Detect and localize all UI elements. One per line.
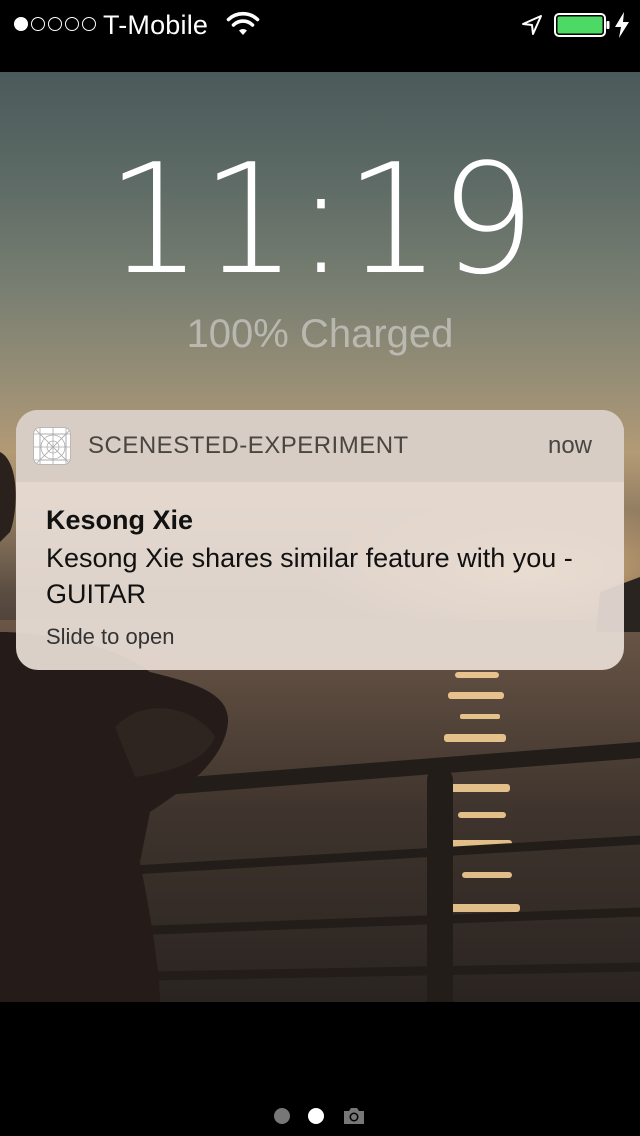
status-bar: T-Mobile — [0, 0, 640, 72]
wifi-icon — [226, 11, 260, 35]
notification-timestamp: now — [547, 432, 592, 459]
slide-to-open-hint[interactable]: Slide to open — [46, 622, 594, 652]
signal-dot — [31, 17, 45, 31]
page-dot[interactable] — [274, 1108, 290, 1124]
page-indicator[interactable] — [0, 1104, 640, 1128]
charge-status: 100% Charged — [186, 312, 454, 356]
carrier-name: T-Mobile — [103, 10, 209, 40]
notification-body: Kesong Xie Kesong Xie shares similar fea… — [16, 482, 624, 652]
camera-icon[interactable] — [342, 1106, 366, 1126]
notification-title: Kesong Xie — [46, 505, 194, 535]
signal-dot — [48, 17, 62, 31]
battery-icon — [554, 13, 610, 37]
notification-message: Kesong Xie shares similar feature with y… — [46, 543, 573, 609]
page-dot-active[interactable] — [308, 1108, 324, 1124]
signal-dot — [14, 17, 28, 31]
signal-dot — [65, 17, 79, 31]
notification-header: SCENESTED-EXPERIMENT now — [16, 410, 624, 482]
signal-strength-icon — [14, 17, 96, 31]
app-icon — [33, 427, 71, 465]
notification-app-name: SCENESTED-EXPERIMENT — [88, 432, 409, 459]
notification-card[interactable]: SCENESTED-EXPERIMENT now Kesong Xie Keso… — [16, 410, 624, 670]
lock-screen-time: 11:19 — [105, 131, 536, 308]
signal-dot — [82, 17, 96, 31]
location-arrow-icon — [522, 15, 542, 35]
charging-bolt-icon — [615, 12, 629, 38]
app-placeholder-grid-icon — [34, 428, 70, 464]
